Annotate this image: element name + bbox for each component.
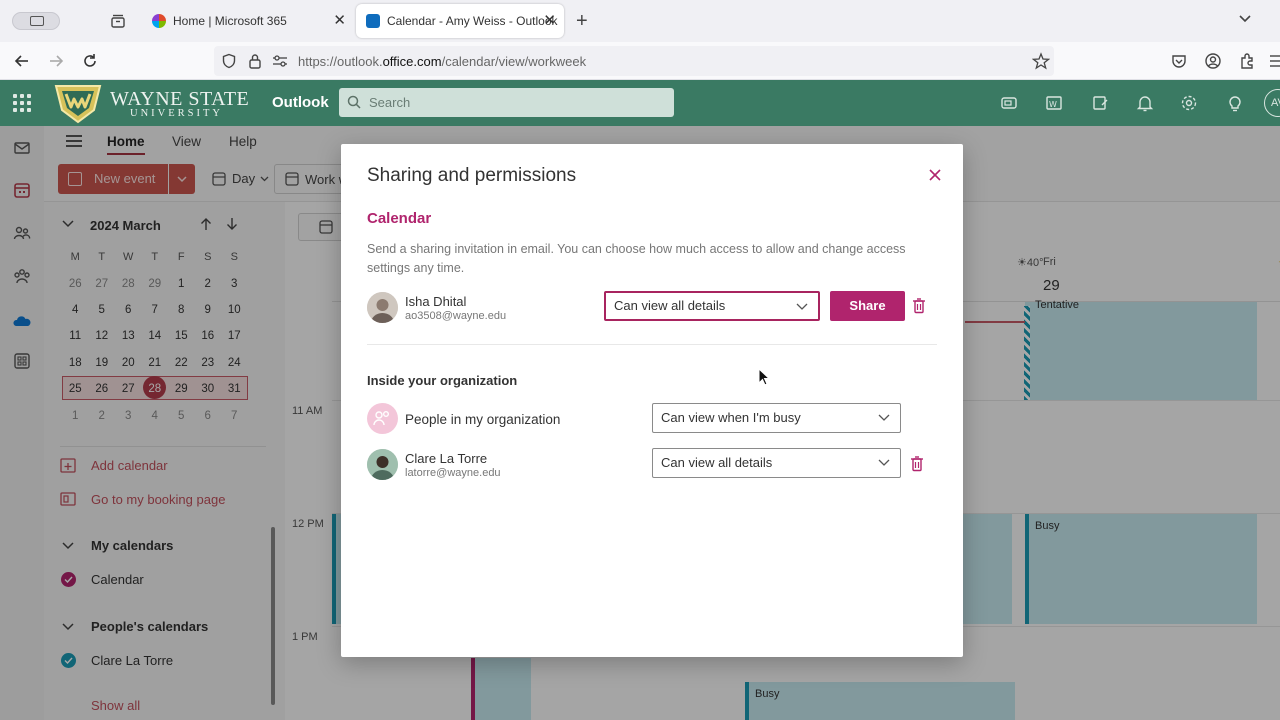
shared-person-email: latorre@wayne.edu	[405, 467, 501, 479]
back-arrow-icon[interactable]	[13, 52, 31, 70]
mouse-cursor-icon	[758, 368, 770, 386]
bell-icon[interactable]	[1136, 94, 1154, 112]
account-icon[interactable]	[1204, 52, 1222, 70]
new-tab-icon[interactable]: +	[576, 11, 588, 31]
browser-nav-bar: https://outlook.office.com/calendar/view…	[0, 42, 1280, 80]
gear-icon[interactable]	[1180, 94, 1198, 112]
whats-new-icon[interactable]	[1091, 94, 1109, 112]
close-tab-icon[interactable]: ✕	[333, 13, 346, 29]
meet-now-icon[interactable]	[1000, 94, 1018, 112]
tab-microsoft-365[interactable]: Home | Microsoft 365 ✕	[142, 4, 354, 38]
avatar	[367, 449, 398, 480]
organization-avatar	[367, 403, 398, 434]
forward-arrow-icon[interactable]	[47, 52, 65, 70]
microsoft-365-icon	[152, 14, 166, 28]
search-icon	[347, 95, 361, 109]
search-input[interactable]: Search	[339, 88, 674, 117]
wayne-state-logo-icon	[54, 85, 102, 124]
outlook-header: WAYNE STATE UNIVERSITY Outlook Search W …	[0, 80, 1280, 126]
people-icon	[373, 410, 390, 426]
app-name[interactable]: Outlook	[272, 94, 329, 111]
invitee-name: Isha Dhital	[405, 294, 467, 309]
permissions-icon[interactable]	[272, 54, 288, 68]
invitee-permission-select[interactable]: Can view all details	[604, 291, 820, 321]
url-text: https://outlook.office.com/calendar/view…	[298, 54, 587, 69]
tab-outlook-calendar[interactable]: Calendar - Amy Weiss - Outlook ✕	[356, 4, 564, 38]
shared-person-name: Clare La Torre	[405, 451, 488, 466]
person-photo-icon	[367, 292, 398, 323]
chevron-down-icon	[796, 303, 808, 310]
invitee-email: ao3508@wayne.edu	[405, 310, 507, 322]
lock-icon[interactable]	[248, 53, 262, 69]
calendar-section-heading: Calendar	[367, 210, 432, 227]
share-button[interactable]: Share	[830, 291, 905, 321]
extensions-icon[interactable]	[1238, 52, 1256, 70]
avatar[interactable]: AV	[1264, 89, 1280, 117]
organization-heading: Inside your organization	[367, 373, 518, 388]
reload-icon[interactable]	[81, 52, 99, 70]
person-photo-icon	[367, 449, 398, 480]
outlook-icon	[366, 14, 380, 28]
browser-tab-bar: Home | Microsoft 365 ✕ Calendar - Amy We…	[0, 0, 1280, 42]
teams-icon[interactable]: W	[1045, 94, 1063, 112]
sidebar-toggle-button[interactable]	[12, 12, 60, 30]
close-icon[interactable]	[928, 168, 942, 182]
menu-icon[interactable]	[1268, 52, 1280, 70]
shared-person-permission-select[interactable]: Can view all details	[652, 448, 901, 478]
tab-title: Calendar - Amy Weiss - Outlook	[387, 14, 558, 28]
pocket-icon[interactable]	[1170, 52, 1188, 70]
lightbulb-icon[interactable]	[1226, 94, 1244, 112]
dialog-title: Sharing and permissions	[367, 165, 577, 186]
organization-permission-select[interactable]: Can view when I'm busy	[652, 403, 901, 433]
sidebar-icon	[30, 16, 44, 26]
shield-icon[interactable]	[221, 53, 237, 69]
avatar	[367, 292, 398, 323]
app-launcher-icon[interactable]	[13, 94, 31, 112]
address-bar[interactable]: https://outlook.office.com/calendar/view…	[214, 46, 1054, 76]
bookmark-star-icon[interactable]	[1032, 52, 1050, 70]
tab-manager-icon[interactable]	[110, 13, 126, 29]
svg-text:W: W	[1049, 100, 1057, 109]
sharing-permissions-dialog: Sharing and permissions Calendar Send a …	[341, 144, 963, 657]
chevron-down-icon[interactable]	[1238, 12, 1252, 26]
organization-name: People in my organization	[405, 412, 561, 427]
chevron-down-icon	[878, 414, 890, 421]
trash-icon[interactable]	[912, 298, 926, 314]
close-tab-icon[interactable]: ✕	[543, 13, 556, 29]
trash-icon[interactable]	[910, 456, 924, 472]
chevron-down-icon	[878, 459, 890, 466]
sharing-description: Send a sharing invitation in email. You …	[367, 242, 906, 275]
search-placeholder: Search	[369, 95, 411, 110]
divider	[367, 344, 937, 345]
tab-title: Home | Microsoft 365	[173, 14, 287, 28]
logo-subtext: UNIVERSITY	[130, 108, 223, 119]
